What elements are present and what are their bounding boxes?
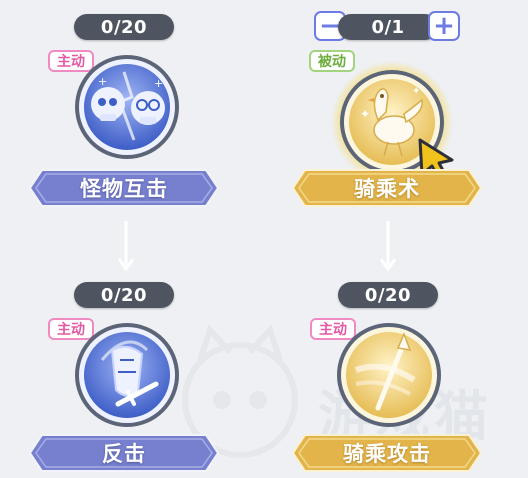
skill-name-banner[interactable]: 怪物互击 [28,166,220,210]
skill-level-counter: 0/20 [338,282,438,308]
svg-text:+: + [154,77,163,90]
skill-level-counter: 0/20 [74,14,174,40]
skill-level-counter: 0/1 [338,14,438,40]
skill-path-arrow [380,221,396,271]
skill-name: 骑乘术 [354,177,420,201]
skill-name-banner[interactable]: 骑乘术 [291,166,483,210]
svg-text:✦: ✦ [412,86,420,97]
skill-name-banner[interactable]: 骑乘攻击 [291,431,483,475]
colliding-monster-skulls-icon[interactable]: + + [72,52,182,162]
skill-path-arrow [118,221,134,271]
skill-name-banner[interactable]: 反击 [28,431,220,475]
shield-and-sword-icon[interactable] [72,320,182,430]
skill-level-counter: 0/20 [74,282,174,308]
skill-name: 反击 [102,442,146,466]
svg-text:✦: ✦ [360,107,370,121]
lance-charge-icon[interactable] [334,320,444,430]
skill-name: 怪物互击 [80,177,168,201]
skill-name: 骑乘攻击 [343,442,431,466]
svg-text:+: + [98,75,107,88]
increase-button[interactable]: + [428,11,460,41]
